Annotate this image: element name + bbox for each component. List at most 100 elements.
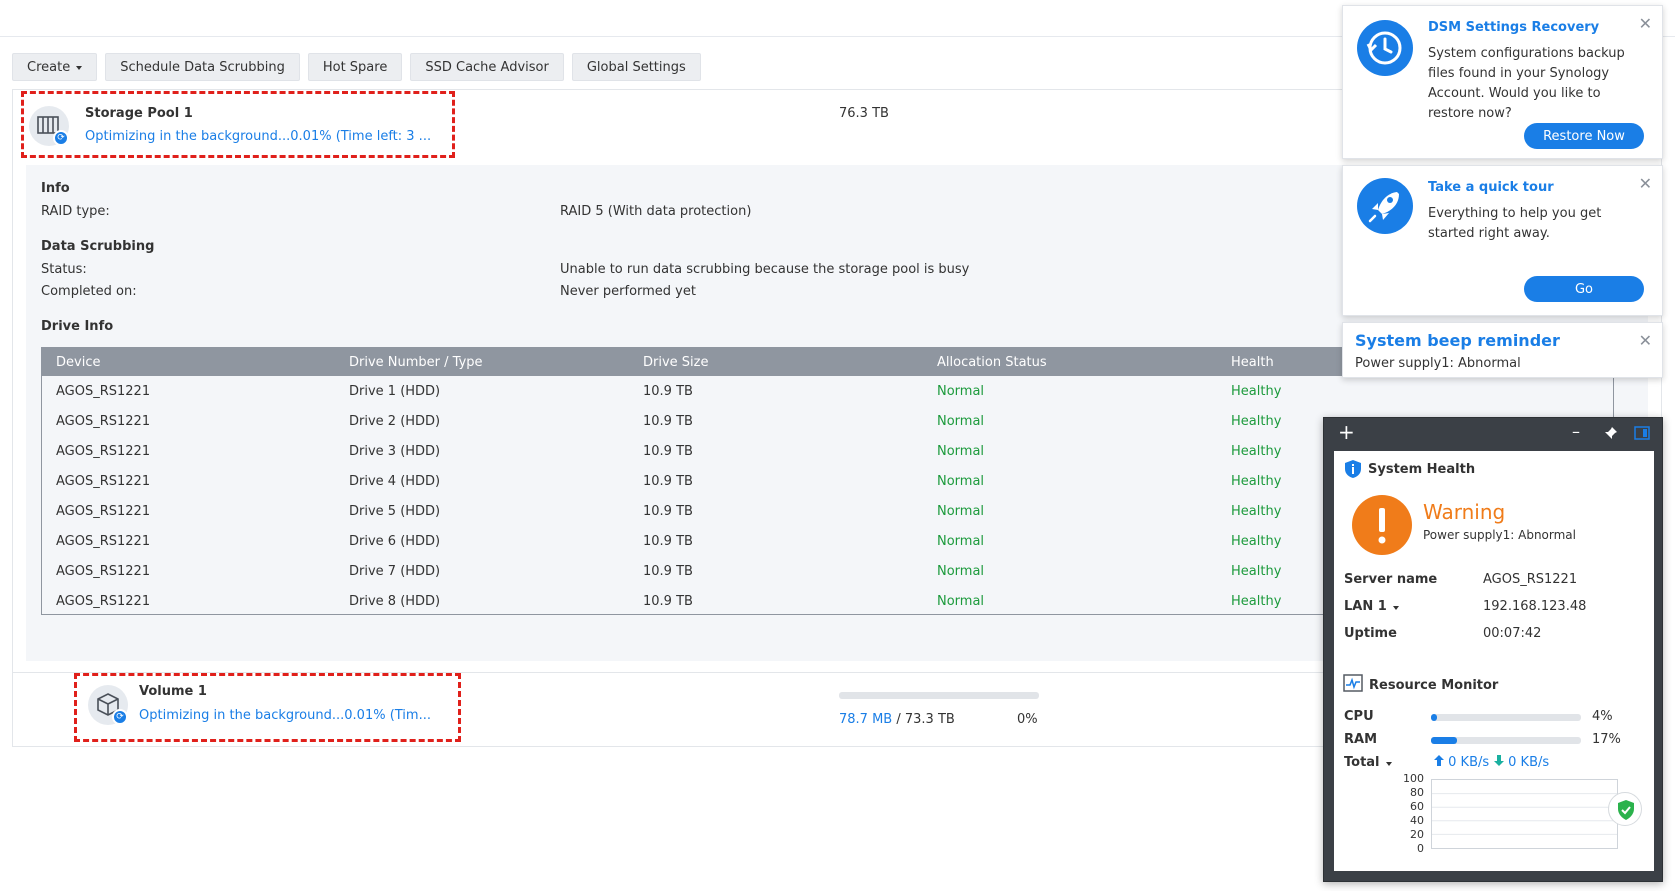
table-cell-drive: Drive 8 (HDD) — [349, 594, 441, 609]
chevron-down-icon — [76, 66, 83, 70]
rocket-icon — [1357, 178, 1413, 234]
column-header[interactable]: Drive Number / Type — [349, 355, 483, 370]
cpu-usage-bar — [1431, 714, 1581, 721]
column-header[interactable]: Health — [1231, 355, 1274, 370]
data-scrubbing-heading: Data Scrubbing — [41, 239, 155, 254]
create-button[interactable]: Create — [12, 53, 98, 81]
y-tick-label: 40 — [1410, 814, 1424, 827]
cpu-label: CPU — [1344, 709, 1374, 724]
table-cell-drive: Drive 1 (HDD) — [349, 384, 441, 399]
table-cell-alloc: Normal — [937, 504, 985, 519]
health-state: Warning — [1423, 500, 1506, 524]
column-header[interactable]: Allocation Status — [937, 355, 1047, 370]
table-cell-drive: Drive 3 (HDD) — [349, 444, 441, 459]
y-tick-label: 100 — [1403, 772, 1424, 785]
table-cell-health: Healthy — [1231, 594, 1282, 609]
notification-beep-reminder: System beep reminder Power supply1: Abno… — [1342, 322, 1663, 378]
create-button-label: Create — [27, 59, 71, 75]
network-grid — [1432, 793, 1617, 835]
uptime-value: 00:07:42 — [1483, 626, 1542, 641]
table-cell-alloc: Normal — [937, 444, 985, 459]
storage-pool-size: 76.3 TB — [839, 106, 889, 121]
scrub-status-value: Unable to run data scrubbing because the… — [560, 262, 970, 277]
table-cell-device: AGOS_RS1221 — [56, 474, 151, 489]
download-arrow-icon — [1494, 755, 1504, 766]
table-cell-drive: Drive 7 (HDD) — [349, 564, 441, 579]
server-name-label: Server name — [1344, 572, 1438, 587]
close-icon[interactable]: ✕ — [1639, 16, 1652, 32]
highlight-box — [21, 91, 455, 158]
volume-percent: 0% — [1017, 712, 1038, 727]
table-cell-alloc: Normal — [937, 534, 985, 549]
column-header[interactable]: Device — [56, 355, 100, 370]
total-selector[interactable]: Total — [1344, 755, 1392, 770]
table-cell-size: 10.9 TB — [643, 384, 693, 399]
y-tick-label: 80 — [1410, 786, 1424, 799]
widget-panel: + – System Health Warning Power supply1:… — [1323, 417, 1663, 882]
upload-rate-value: 0 KB/s — [1448, 755, 1490, 770]
notification-settings-recovery: DSM Settings Recovery System configurati… — [1342, 5, 1663, 159]
table-cell-alloc: Normal — [937, 414, 985, 429]
upload-rate: 0 KB/s — [1434, 755, 1489, 770]
minimize-icon[interactable]: – — [1572, 421, 1580, 443]
lan-value: 192.168.123.48 — [1483, 599, 1587, 614]
table-row[interactable]: AGOS_RS1221 Drive 1 (HDD) 10.9 TB Normal Hea… — [42, 376, 1613, 406]
completed-on-label: Completed on: — [41, 284, 137, 299]
hot-spare-button[interactable]: Hot Spare — [307, 53, 403, 81]
ssd-cache-advisor-button[interactable]: SSD Cache Advisor — [410, 53, 564, 81]
table-cell-alloc: Normal — [937, 384, 985, 399]
chevron-down-icon — [1385, 762, 1392, 766]
table-cell-device: AGOS_RS1221 — [56, 594, 151, 609]
notification-title: DSM Settings Recovery — [1428, 20, 1600, 35]
table-cell-health: Healthy — [1231, 504, 1282, 519]
volume-total: 73.3 TB — [904, 712, 955, 727]
pin-icon[interactable] — [1604, 426, 1618, 444]
table-cell-size: 10.9 TB — [643, 594, 693, 609]
exclamation-icon — [1352, 495, 1412, 555]
completed-on-value: Never performed yet — [560, 284, 696, 299]
column-header[interactable]: Drive Size — [643, 355, 708, 370]
panel-icon[interactable] — [1634, 426, 1650, 444]
network-chart — [1431, 779, 1618, 849]
raid-type-label: RAID type: — [41, 204, 110, 219]
table-cell-drive: Drive 6 (HDD) — [349, 534, 441, 549]
y-tick-label: 60 — [1410, 800, 1424, 813]
ram-label: RAM — [1344, 732, 1378, 747]
lan-selector[interactable]: LAN 1 — [1344, 599, 1399, 614]
y-tick-label: 20 — [1410, 828, 1424, 841]
download-rate: 0 KB/s — [1494, 755, 1549, 770]
go-button[interactable]: Go — [1524, 276, 1644, 302]
cpu-value: 4% — [1592, 709, 1613, 724]
table-cell-device: AGOS_RS1221 — [56, 414, 151, 429]
table-cell-device: AGOS_RS1221 — [56, 534, 151, 549]
total-label: Total — [1344, 755, 1380, 770]
notification-body: Power supply1: Abnormal — [1355, 356, 1521, 371]
system-health-widget: System Health Warning Power supply1: Abn… — [1334, 451, 1654, 679]
server-name-value: AGOS_RS1221 — [1483, 572, 1578, 587]
global-settings-button[interactable]: Global Settings — [571, 53, 701, 81]
system-health-title: System Health — [1368, 462, 1476, 477]
add-widget-icon[interactable]: + — [1338, 421, 1355, 443]
table-cell-alloc: Normal — [937, 564, 985, 579]
table-cell-health: Healthy — [1231, 384, 1282, 399]
upload-arrow-icon — [1434, 755, 1444, 766]
security-shield-icon[interactable] — [1608, 792, 1642, 826]
info-heading: Info — [41, 181, 70, 196]
volume-usage-text: 78.7 MB / 73.3 TB — [839, 712, 955, 727]
table-cell-drive: Drive 4 (HDD) — [349, 474, 441, 489]
close-icon[interactable]: ✕ — [1639, 176, 1652, 192]
table-cell-size: 10.9 TB — [643, 504, 693, 519]
table-cell-size: 10.9 TB — [643, 534, 693, 549]
resource-monitor-title: Resource Monitor — [1369, 678, 1499, 693]
scrub-status-label: Status: — [41, 262, 87, 277]
restore-now-button[interactable]: Restore Now — [1524, 123, 1644, 149]
notification-body: Everything to help you get started right… — [1428, 206, 1602, 241]
close-icon[interactable]: ✕ — [1639, 333, 1652, 349]
widget-toolbar: + – — [1324, 418, 1662, 450]
table-cell-health: Healthy — [1231, 564, 1282, 579]
ram-usage-fill — [1431, 737, 1457, 744]
resource-monitor-widget: Resource Monitor CPU 4% RAM 17% Total 0 … — [1334, 666, 1654, 871]
volume-used: 78.7 MB — [839, 712, 893, 727]
schedule-scrubbing-button[interactable]: Schedule Data Scrubbing — [105, 53, 300, 81]
ram-value: 17% — [1592, 732, 1621, 747]
